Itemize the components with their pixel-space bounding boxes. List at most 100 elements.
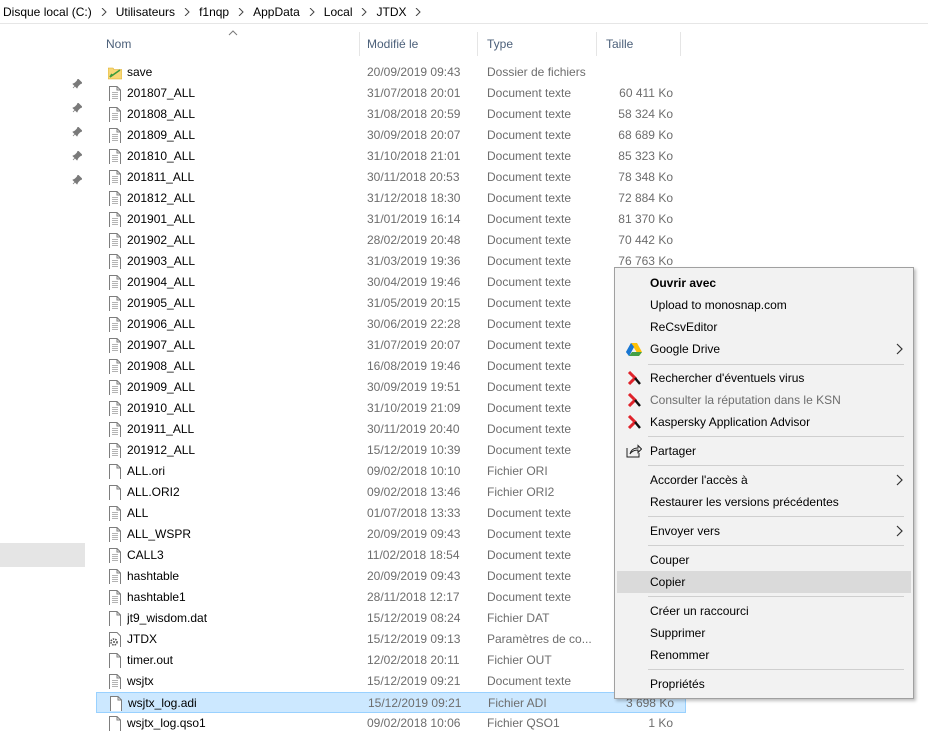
file-row[interactable]: 201905_ALL 31/05/2019 20:15 Document texte xyxy=(96,293,686,314)
file-row[interactable]: 201901_ALL 31/01/2019 16:14 Document texte… xyxy=(96,209,686,230)
file-type: Document texte xyxy=(487,149,572,163)
file-row[interactable]: 201808_ALL 31/08/2018 20:59 Document texte… xyxy=(96,104,686,125)
text-file-icon xyxy=(108,149,122,164)
file-row[interactable]: 201911_ALL 30/11/2019 20:40 Document texte xyxy=(96,419,686,440)
file-type: Fichier ADI xyxy=(488,696,547,710)
column-divider[interactable] xyxy=(680,32,681,56)
chevron-right-icon[interactable] xyxy=(95,5,113,19)
file-row[interactable]: 201910_ALL 31/10/2019 21:09 Document texte xyxy=(96,398,686,419)
text-file-icon xyxy=(108,380,122,395)
column-header-type[interactable]: Type xyxy=(477,32,595,56)
file-modified: 30/04/2019 19:46 xyxy=(367,275,461,289)
menu-item-create-shortcut[interactable]: Créer un raccourci xyxy=(617,600,911,622)
text-file-icon xyxy=(108,233,122,248)
file-modified: 15/12/2019 09:21 xyxy=(367,674,461,688)
file-row[interactable]: 201811_ALL 30/11/2018 20:53 Document texte… xyxy=(96,167,686,188)
file-row[interactable]: 201908_ALL 16/08/2019 19:46 Document texte xyxy=(96,356,686,377)
file-row[interactable]: ALL.ori 09/02/2018 10:10 Fichier ORI xyxy=(96,461,686,482)
menu-item-rename[interactable]: Renommer xyxy=(617,644,911,666)
menu-item-open-with[interactable]: Ouvrir avec xyxy=(617,272,911,294)
file-row[interactable]: 201906_ALL 30/06/2019 22:28 Document texte xyxy=(96,314,686,335)
menu-item-kaspersky-advisor[interactable]: Kaspersky Application Advisor xyxy=(617,411,911,433)
file-row[interactable]: ALL_WSPR 20/09/2019 09:43 Document texte xyxy=(96,524,686,545)
file-row[interactable]: CALL3 11/02/2018 18:54 Document texte xyxy=(96,545,686,566)
file-type: Document texte xyxy=(487,590,572,604)
text-file-icon xyxy=(108,443,122,458)
file-type: Document texte xyxy=(487,443,572,457)
breadcrumb-item-disk[interactable]: Disque local (C:) xyxy=(0,0,95,24)
menu-item-google-drive[interactable]: Google Drive xyxy=(617,338,911,360)
file-modified: 31/07/2018 20:01 xyxy=(367,86,461,100)
menu-item-restore-versions[interactable]: Restaurer les versions précédentes xyxy=(617,491,911,513)
nav-item-selected[interactable] xyxy=(0,543,85,567)
file-modified: 15/12/2019 08:24 xyxy=(367,611,461,625)
file-row[interactable]: JTDX 15/12/2019 09:13 Paramètres de co... xyxy=(96,629,686,650)
chevron-right-icon[interactable] xyxy=(409,5,427,19)
file-modified: 12/02/2018 20:11 xyxy=(367,653,460,667)
file-row[interactable]: 201909_ALL 30/09/2019 19:51 Document texte xyxy=(96,377,686,398)
file-type: Document texte xyxy=(487,674,572,688)
breadcrumb-label: Local xyxy=(323,4,353,19)
chevron-right-icon[interactable] xyxy=(232,5,250,19)
pin-icon xyxy=(72,174,83,185)
breadcrumb-item-jtdx[interactable]: JTDX xyxy=(373,0,409,24)
file-modified: 30/11/2018 20:53 xyxy=(367,170,460,184)
file-row[interactable]: wsjtx_log.qso1 09/02/2018 10:06 Fichier QS… xyxy=(96,713,686,734)
file-row[interactable]: 201907_ALL 31/07/2019 20:07 Document texte xyxy=(96,335,686,356)
file-row[interactable]: 201809_ALL 30/09/2018 20:07 Document texte… xyxy=(96,125,686,146)
file-row[interactable]: 201807_ALL 31/07/2018 20:01 Document texte… xyxy=(96,83,686,104)
file-modified: 20/09/2019 09:43 xyxy=(367,65,461,79)
menu-item-recsveditor[interactable]: ReCsvEditor xyxy=(617,316,911,338)
breadcrumb-item-user[interactable]: f1nqp xyxy=(196,0,232,24)
menu-item-share[interactable]: Partager xyxy=(617,440,911,462)
text-file-icon xyxy=(108,548,122,563)
text-file-icon xyxy=(108,107,122,122)
file-modified: 31/05/2019 20:15 xyxy=(367,296,461,310)
menu-item-delete[interactable]: Supprimer xyxy=(617,622,911,644)
file-icon xyxy=(108,716,122,731)
file-row[interactable]: wsjtx 15/12/2019 09:21 Document texte xyxy=(96,671,686,692)
file-row[interactable]: ALL.ORI2 09/02/2018 13:46 Fichier ORI2 xyxy=(96,482,686,503)
file-row[interactable]: ALL 01/07/2018 13:33 Document texte xyxy=(96,503,686,524)
breadcrumb-item-local[interactable]: Local xyxy=(321,0,356,24)
menu-separator xyxy=(648,465,904,466)
chevron-right-icon[interactable] xyxy=(303,5,321,19)
column-header-size[interactable]: Taille xyxy=(596,32,680,56)
kaspersky-icon xyxy=(626,393,642,407)
chevron-right-icon[interactable] xyxy=(178,5,196,19)
file-row[interactable]: 201902_ALL 28/02/2019 20:48 Document texte… xyxy=(96,230,686,251)
menu-item-scan-viruses[interactable]: Rechercher d'éventuels virus xyxy=(617,367,911,389)
file-name: 201905_ALL xyxy=(127,296,196,310)
menu-item-send-to[interactable]: Envoyer vers xyxy=(617,520,911,542)
text-file-icon xyxy=(108,569,122,584)
file-type: Document texte xyxy=(487,212,572,226)
breadcrumb-item-users[interactable]: Utilisateurs xyxy=(113,0,178,24)
file-row[interactable]: 201903_ALL 31/03/2019 19:36 Document texte… xyxy=(96,251,686,272)
chevron-right-icon[interactable] xyxy=(355,5,373,19)
column-header-modified[interactable]: Modifié le xyxy=(357,32,477,56)
file-row[interactable]: hashtable 20/09/2019 09:43 Document texte xyxy=(96,566,686,587)
file-row[interactable]: jt9_wisdom.dat 15/12/2019 08:24 Fichier DA… xyxy=(96,608,686,629)
menu-item-upload-monosnap[interactable]: Upload to monosnap.com xyxy=(617,294,911,316)
column-header-name[interactable]: Nom xyxy=(96,32,359,56)
file-row[interactable]: 201810_ALL 31/10/2018 21:01 Document texte… xyxy=(96,146,686,167)
file-row[interactable]: 201812_ALL 31/12/2018 18:30 Document texte… xyxy=(96,188,686,209)
file-type: Document texte xyxy=(487,254,572,268)
file-row[interactable]: save 20/09/2019 09:43 Dossier de fichiers xyxy=(96,62,686,83)
menu-item-give-access[interactable]: Accorder l'accès à xyxy=(617,469,911,491)
menu-separator xyxy=(648,516,904,517)
file-modified: 01/07/2018 13:33 xyxy=(367,506,461,520)
breadcrumb-item-appdata[interactable]: AppData xyxy=(250,0,303,24)
menu-item-copy[interactable]: Copier xyxy=(617,571,911,593)
text-file-icon xyxy=(108,191,122,206)
file-row[interactable]: wsjtx_log.adi 15/12/2019 09:21 Fichier ADI… xyxy=(96,692,686,713)
menu-item-cut[interactable]: Couper xyxy=(617,549,911,571)
file-row[interactable]: 201904_ALL 30/04/2019 19:46 Document texte xyxy=(96,272,686,293)
file-row[interactable]: 201912_ALL 15/12/2019 10:39 Document texte xyxy=(96,440,686,461)
menu-item-properties[interactable]: Propriétés xyxy=(617,673,911,695)
file-type: Fichier ORI2 xyxy=(487,485,555,499)
file-row[interactable]: hashtable1 28/11/2018 12:17 Document texte xyxy=(96,587,686,608)
menu-item-label: Consulter la réputation dans le KSN xyxy=(650,393,841,407)
file-row[interactable]: timer.out 12/02/2018 20:11 Fichier OUT xyxy=(96,650,686,671)
menu-item-label: Rechercher d'éventuels virus xyxy=(650,371,805,385)
